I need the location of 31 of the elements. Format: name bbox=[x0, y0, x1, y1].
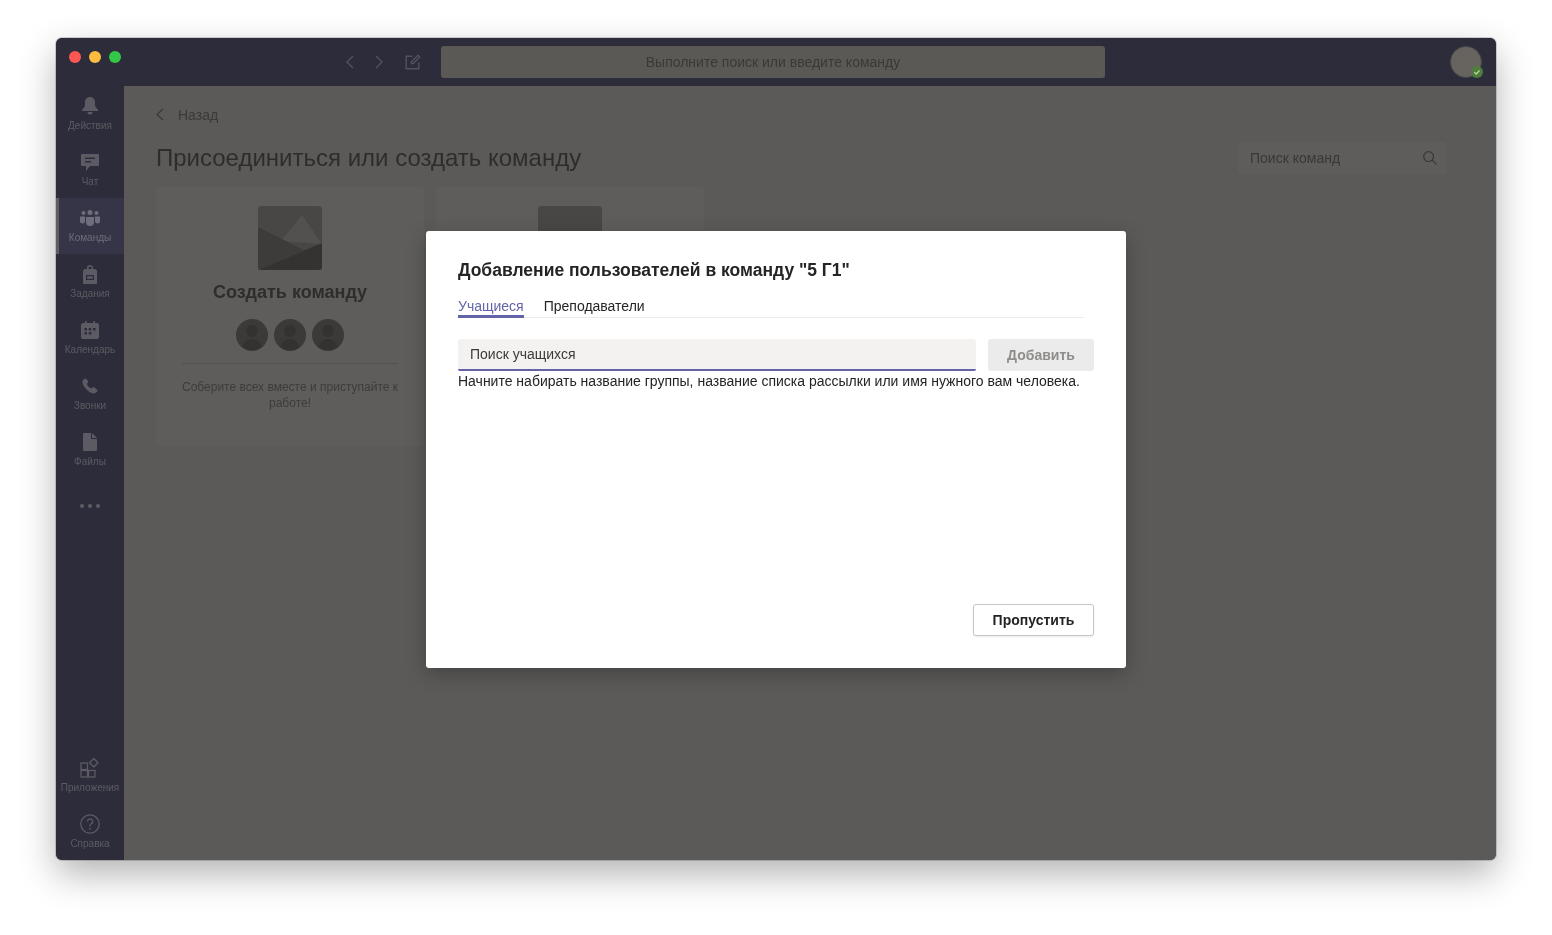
hint-text: Начните набирать название группы, название списка рассылки или имя нужного вам человека. bbox=[458, 373, 1081, 389]
search-field[interactable]: Поиск учащихся bbox=[458, 339, 976, 371]
more-icon[interactable] bbox=[80, 504, 100, 508]
maximize-icon[interactable] bbox=[109, 51, 121, 63]
image-placeholder-icon bbox=[258, 206, 322, 270]
chat-bubble-icon bbox=[81, 153, 99, 171]
phone-icon bbox=[82, 378, 98, 394]
person-silhouette-icon bbox=[312, 319, 344, 351]
chevron-right-icon[interactable] bbox=[375, 55, 383, 69]
help-icon bbox=[80, 814, 100, 834]
minimize-icon[interactable] bbox=[89, 51, 101, 63]
search-icon[interactable] bbox=[1423, 151, 1437, 165]
document-icon bbox=[83, 433, 97, 451]
dialog-title: Добавление пользователей в команду "5 Г1" bbox=[458, 259, 851, 282]
close-icon[interactable] bbox=[69, 51, 81, 63]
tab[interactable]: Преподаватели bbox=[543, 297, 645, 318]
status-check-icon bbox=[1471, 66, 1483, 78]
person-silhouette-icon bbox=[274, 319, 306, 351]
person-silhouette-icon bbox=[236, 319, 268, 351]
people-group-icon bbox=[80, 210, 100, 226]
chevron-left-icon bbox=[156, 108, 164, 121]
bell-icon bbox=[82, 97, 98, 115]
tab[interactable]: Учащиеся bbox=[458, 297, 524, 318]
avatar[interactable] bbox=[1450, 46, 1482, 78]
calendar-icon bbox=[81, 321, 99, 339]
pencil-square-icon[interactable] bbox=[405, 54, 421, 70]
image-placeholder-icon bbox=[538, 206, 602, 231]
chevron-left-icon[interactable] bbox=[346, 55, 354, 69]
backpack-icon bbox=[83, 264, 97, 284]
app-grid-icon bbox=[80, 758, 100, 778]
skip-button[interactable]: Пропустить bbox=[973, 604, 1094, 636]
